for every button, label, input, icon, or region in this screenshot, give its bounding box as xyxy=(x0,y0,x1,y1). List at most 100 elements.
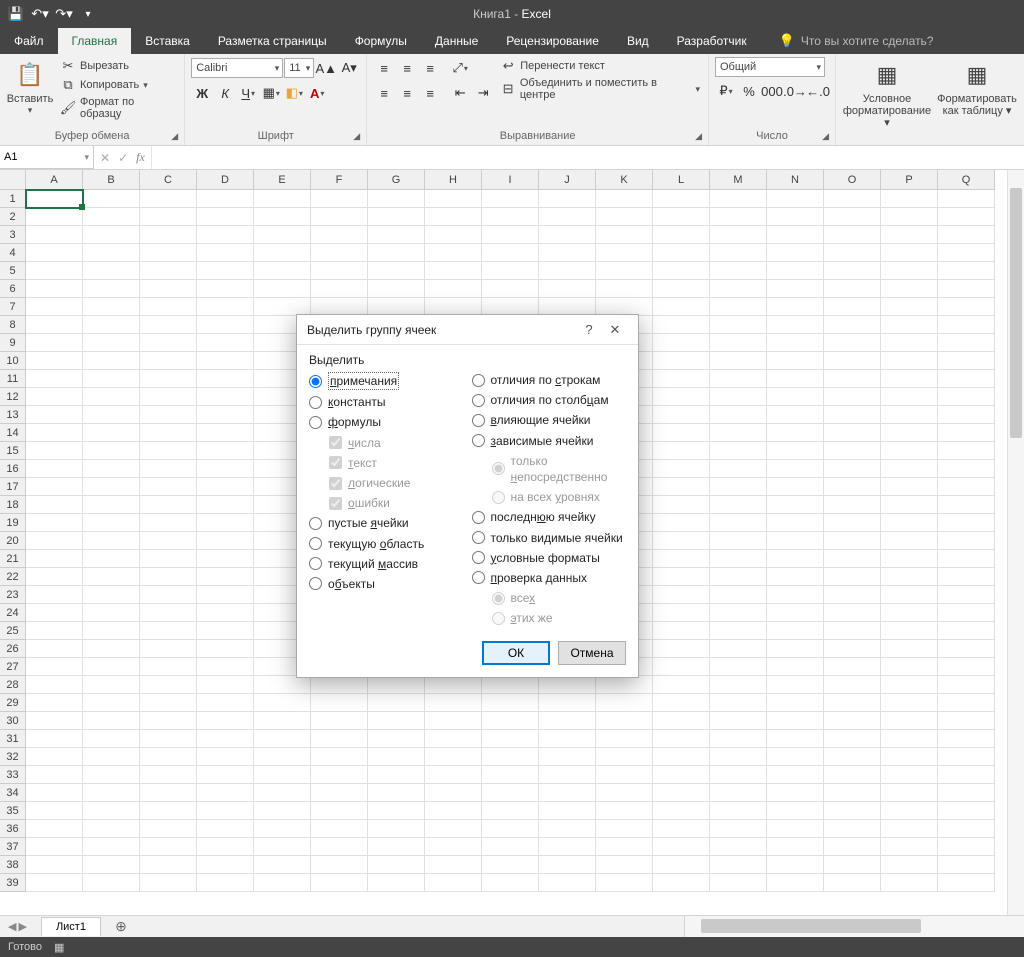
ribbon-tab-формулы[interactable]: Формулы xyxy=(341,28,421,54)
cell[interactable] xyxy=(482,244,539,262)
copy-button[interactable]: ⧉Копировать ▾ xyxy=(58,76,178,94)
cell[interactable] xyxy=(26,676,83,694)
cell[interactable] xyxy=(83,748,140,766)
cell[interactable] xyxy=(710,730,767,748)
cell[interactable] xyxy=(311,838,368,856)
cell[interactable] xyxy=(482,802,539,820)
cell[interactable] xyxy=(710,676,767,694)
radio-last-cell[interactable]: последнюю ячейку xyxy=(472,508,627,526)
cell[interactable] xyxy=(197,190,254,208)
cell[interactable] xyxy=(653,316,710,334)
cell[interactable] xyxy=(539,730,596,748)
cell[interactable] xyxy=(824,226,881,244)
cell[interactable] xyxy=(938,712,995,730)
cell[interactable] xyxy=(254,190,311,208)
bold-button[interactable]: Ж xyxy=(191,82,213,104)
cell[interactable] xyxy=(482,280,539,298)
cell[interactable] xyxy=(881,514,938,532)
radio-dependents[interactable]: зависимые ячейки xyxy=(472,432,627,450)
cell[interactable] xyxy=(710,568,767,586)
cell[interactable] xyxy=(254,820,311,838)
cell[interactable] xyxy=(425,802,482,820)
cell[interactable] xyxy=(767,730,824,748)
cell[interactable] xyxy=(596,712,653,730)
cell[interactable] xyxy=(596,262,653,280)
cell[interactable] xyxy=(881,460,938,478)
cell[interactable] xyxy=(824,208,881,226)
cell[interactable] xyxy=(140,568,197,586)
cell[interactable] xyxy=(824,550,881,568)
cell[interactable] xyxy=(140,820,197,838)
cell[interactable] xyxy=(140,802,197,820)
cell[interactable] xyxy=(83,550,140,568)
row-header[interactable]: 34 xyxy=(0,784,26,802)
cell[interactable] xyxy=(197,586,254,604)
cell[interactable] xyxy=(311,262,368,280)
cell[interactable] xyxy=(653,370,710,388)
cell[interactable] xyxy=(26,334,83,352)
cell[interactable] xyxy=(710,226,767,244)
cell[interactable] xyxy=(254,712,311,730)
cell[interactable] xyxy=(83,622,140,640)
row-header[interactable]: 37 xyxy=(0,838,26,856)
cell[interactable] xyxy=(140,442,197,460)
cell[interactable] xyxy=(254,838,311,856)
radio-comments[interactable]: примечания xyxy=(309,371,464,391)
cell[interactable] xyxy=(26,514,83,532)
cell[interactable] xyxy=(653,352,710,370)
row-header[interactable]: 16 xyxy=(0,460,26,478)
wrap-text-button[interactable]: ↩Перенести текст xyxy=(498,57,702,75)
cell[interactable] xyxy=(596,208,653,226)
cell[interactable] xyxy=(83,730,140,748)
cell[interactable] xyxy=(653,730,710,748)
cell[interactable] xyxy=(425,190,482,208)
cell[interactable] xyxy=(197,208,254,226)
cell[interactable] xyxy=(881,316,938,334)
cell[interactable] xyxy=(767,604,824,622)
cell[interactable] xyxy=(653,424,710,442)
cell[interactable] xyxy=(254,802,311,820)
cell[interactable] xyxy=(767,856,824,874)
cell[interactable] xyxy=(824,766,881,784)
cell[interactable] xyxy=(710,334,767,352)
font-size-select[interactable]: 11 xyxy=(284,58,314,78)
cell[interactable] xyxy=(197,856,254,874)
cell[interactable] xyxy=(767,622,824,640)
cell[interactable] xyxy=(938,622,995,640)
cell[interactable] xyxy=(140,388,197,406)
cell[interactable] xyxy=(767,316,824,334)
cell[interactable] xyxy=(824,442,881,460)
row-header[interactable]: 22 xyxy=(0,568,26,586)
cell[interactable] xyxy=(710,280,767,298)
cell[interactable] xyxy=(824,190,881,208)
row-header[interactable]: 5 xyxy=(0,262,26,280)
italic-button[interactable]: К xyxy=(214,82,236,104)
cell[interactable] xyxy=(824,370,881,388)
cell[interactable] xyxy=(197,496,254,514)
column-header[interactable]: I xyxy=(482,170,539,190)
cell[interactable] xyxy=(767,694,824,712)
cell[interactable] xyxy=(881,244,938,262)
cell[interactable] xyxy=(596,226,653,244)
formula-input[interactable] xyxy=(152,146,1024,169)
row-header[interactable]: 36 xyxy=(0,820,26,838)
ribbon-tab-разметка страницы[interactable]: Разметка страницы xyxy=(204,28,341,54)
cell[interactable] xyxy=(26,838,83,856)
cell[interactable] xyxy=(254,874,311,892)
increase-indent-icon[interactable]: ⇥ xyxy=(472,82,494,104)
cell[interactable] xyxy=(881,874,938,892)
dialog-launcher-icon[interactable]: ◢ xyxy=(171,131,178,142)
cell[interactable] xyxy=(26,388,83,406)
cell[interactable] xyxy=(653,820,710,838)
borders-button[interactable]: ▦ xyxy=(260,82,282,104)
cell[interactable] xyxy=(767,388,824,406)
cell[interactable] xyxy=(881,424,938,442)
cell[interactable] xyxy=(539,694,596,712)
row-header[interactable]: 13 xyxy=(0,406,26,424)
cell[interactable] xyxy=(767,262,824,280)
cell[interactable] xyxy=(767,460,824,478)
cell[interactable] xyxy=(710,694,767,712)
cell[interactable] xyxy=(938,532,995,550)
row-header[interactable]: 33 xyxy=(0,766,26,784)
cell[interactable] xyxy=(482,874,539,892)
